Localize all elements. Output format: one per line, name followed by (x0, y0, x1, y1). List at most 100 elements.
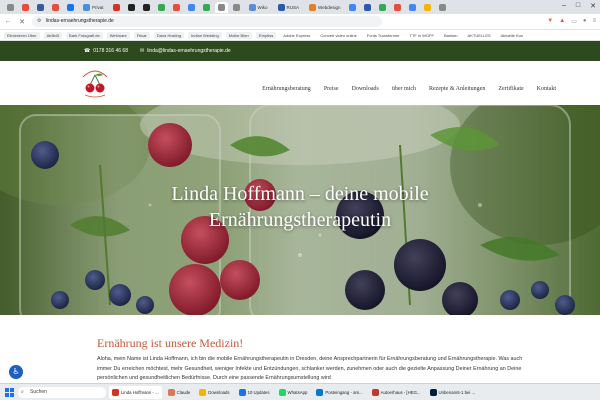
site-header: Ernährungsberatung Preise Downloads über mi… (0, 61, 600, 105)
nav-item[interactable]: Ernährungsberatung (262, 86, 311, 92)
browser-tab[interactable] (4, 2, 17, 13)
browser-tab[interactable] (125, 2, 138, 13)
browser-tab[interactable] (214, 1, 228, 13)
site-logo[interactable] (80, 67, 110, 99)
sidebar-icon[interactable]: ▭ (571, 18, 577, 25)
bookmark-item[interactable]: Convert video online (317, 32, 359, 39)
brave-shield-icon[interactable]: ▼ (547, 18, 553, 25)
browser-tab[interactable] (421, 2, 434, 13)
app-label: Downloads (208, 389, 230, 395)
browser-tab[interactable] (34, 2, 47, 13)
taskbar-app[interactable]: 10 Updates (236, 386, 273, 399)
bookmark-item[interactable]: Emptiss (255, 31, 277, 39)
bookmark-item[interactable]: Webinare (106, 31, 130, 39)
browser-tab[interactable] (49, 2, 62, 13)
app-icon (316, 388, 324, 396)
tab-label: Privat (92, 4, 104, 10)
browser-tab[interactable]: Privat (79, 2, 108, 13)
browser-tab[interactable] (185, 2, 198, 13)
bookmark-item[interactable]: Indian Wedding (188, 31, 222, 39)
url-field[interactable]: ⚙ lindas-ernaehrungstherapie.de (32, 16, 382, 27)
mail-icon: ✉ (140, 48, 145, 54)
bookmark-item[interactable]: Fitcar (133, 31, 150, 39)
browser-tab[interactable] (406, 2, 419, 13)
browser-tab[interactable] (361, 2, 374, 13)
bookmark-item[interactable]: AirBnB (43, 31, 63, 39)
favicon-icon (232, 3, 240, 11)
bookmark-item[interactable]: Moike Bierr (225, 31, 252, 39)
bookmark-item[interactable]: Aktuelle Kun (498, 32, 526, 39)
app-icon (167, 388, 175, 396)
taskbar-search[interactable]: ⌕ Suchen (18, 386, 106, 398)
extension-icons: ▼ ▲ ▭ ● ≡ (547, 18, 596, 25)
bookmark-item[interactable]: Fonts Transformer (364, 32, 403, 39)
browser-tab[interactable]: Webdesign (305, 2, 344, 13)
favicon-icon (157, 3, 165, 11)
browser-tab[interactable] (376, 2, 389, 13)
accessibility-button[interactable]: ♿ (9, 365, 23, 379)
nav-item[interactable]: Zertifikate (498, 86, 523, 92)
browser-tab[interactable] (110, 2, 123, 13)
reload-icon[interactable]: ✕ (18, 18, 26, 26)
email-link[interactable]: ✉ linda@lindas-ernaehrungstherapie.de (140, 48, 231, 54)
browser-tab[interactable] (230, 2, 243, 13)
app-icon (112, 388, 119, 396)
browser-tab[interactable]: RUSA (274, 2, 304, 13)
profile-icon[interactable]: ● (583, 18, 587, 25)
taskbar-app[interactable]: Unbenannt-1 bei ... (427, 386, 479, 399)
minimize-icon[interactable]: – (562, 2, 566, 10)
favicon-icon (22, 3, 29, 11)
phone-link[interactable]: ☎ 0178 316 46 68 (84, 48, 128, 54)
nav-item[interactable]: Rezepte & Anleitungen (429, 86, 485, 92)
bookmark-item[interactable]: Bark Fotografi.de (66, 31, 103, 39)
browser-tab[interactable] (140, 2, 153, 13)
browser-tab[interactable] (64, 2, 77, 13)
bookmark-item[interactable]: AKTUELLES (465, 32, 494, 39)
browser-tab[interactable] (436, 2, 449, 13)
nav-item[interactable]: Kontakt (537, 86, 556, 92)
maximize-icon[interactable]: □ (576, 2, 580, 10)
windows-taskbar: ⌕ Suchen Linda Hoffmann - ... Claude Downl… (0, 383, 600, 400)
app-label: WhatsApp (287, 389, 308, 395)
rewards-icon[interactable]: ▲ (559, 18, 565, 25)
browser-tab[interactable] (19, 2, 32, 13)
app-icon (278, 388, 286, 396)
close-icon[interactable]: ✕ (590, 2, 596, 10)
back-icon[interactable]: ← (4, 18, 12, 25)
bookmark-item[interactable]: Banken (441, 32, 461, 39)
bookmark-item[interactable]: Eliminieren Über (4, 31, 40, 39)
browser-tab[interactable] (200, 2, 213, 13)
hero-title-line-2: Ernährungstherapeutin (208, 209, 392, 231)
browser-tab[interactable] (346, 2, 359, 13)
bookmark-item[interactable]: TTF in WOFF (407, 32, 437, 39)
intro-paragraph: Aloha, mein Name ist Linda Hoffmann, ich… (97, 356, 523, 381)
browser-tab[interactable] (391, 2, 404, 13)
favicon-icon (142, 3, 150, 11)
favicon-icon (83, 3, 90, 11)
taskbar-app[interactable]: Posteingang - am... (313, 386, 365, 399)
favicon-icon (379, 3, 387, 11)
browser-tab[interactable] (170, 2, 183, 13)
taskbar-app[interactable]: WhatsApp (276, 386, 311, 399)
taskbar-app[interactable]: Downloads (196, 386, 232, 399)
bookmark-item[interactable]: Adobe Express (280, 32, 313, 39)
accessibility-icon: ♿ (12, 367, 20, 376)
bookmarks-bar: Eliminieren Über AirBnB Bark Fotografi.de W… (0, 30, 600, 41)
browser-tab[interactable] (155, 2, 168, 13)
app-label: Unbenannt-1 bei ... (438, 389, 476, 395)
start-button[interactable] (4, 387, 15, 398)
favicon-icon (439, 3, 447, 11)
taskbar-app[interactable]: Autoerhaus - [HEG... (369, 386, 424, 399)
app-label: Linda Hoffmann - ... (121, 389, 159, 395)
favicon-icon (172, 3, 180, 11)
taskbar-app[interactable]: Claude (165, 386, 194, 399)
browser-tab[interactable]: Wiko (245, 2, 272, 13)
nav-item[interactable]: Downloads (351, 86, 378, 92)
bookmark-item[interactable]: Dana Hosting (153, 31, 185, 39)
favicon-icon (52, 3, 59, 11)
nav-item[interactable]: Preise (324, 86, 339, 92)
tune-icon[interactable]: ⚙ (37, 16, 41, 27)
menu-icon[interactable]: ≡ (592, 18, 596, 25)
taskbar-app[interactable]: Linda Hoffmann - ... (109, 385, 162, 399)
nav-item[interactable]: über mich (392, 86, 416, 92)
